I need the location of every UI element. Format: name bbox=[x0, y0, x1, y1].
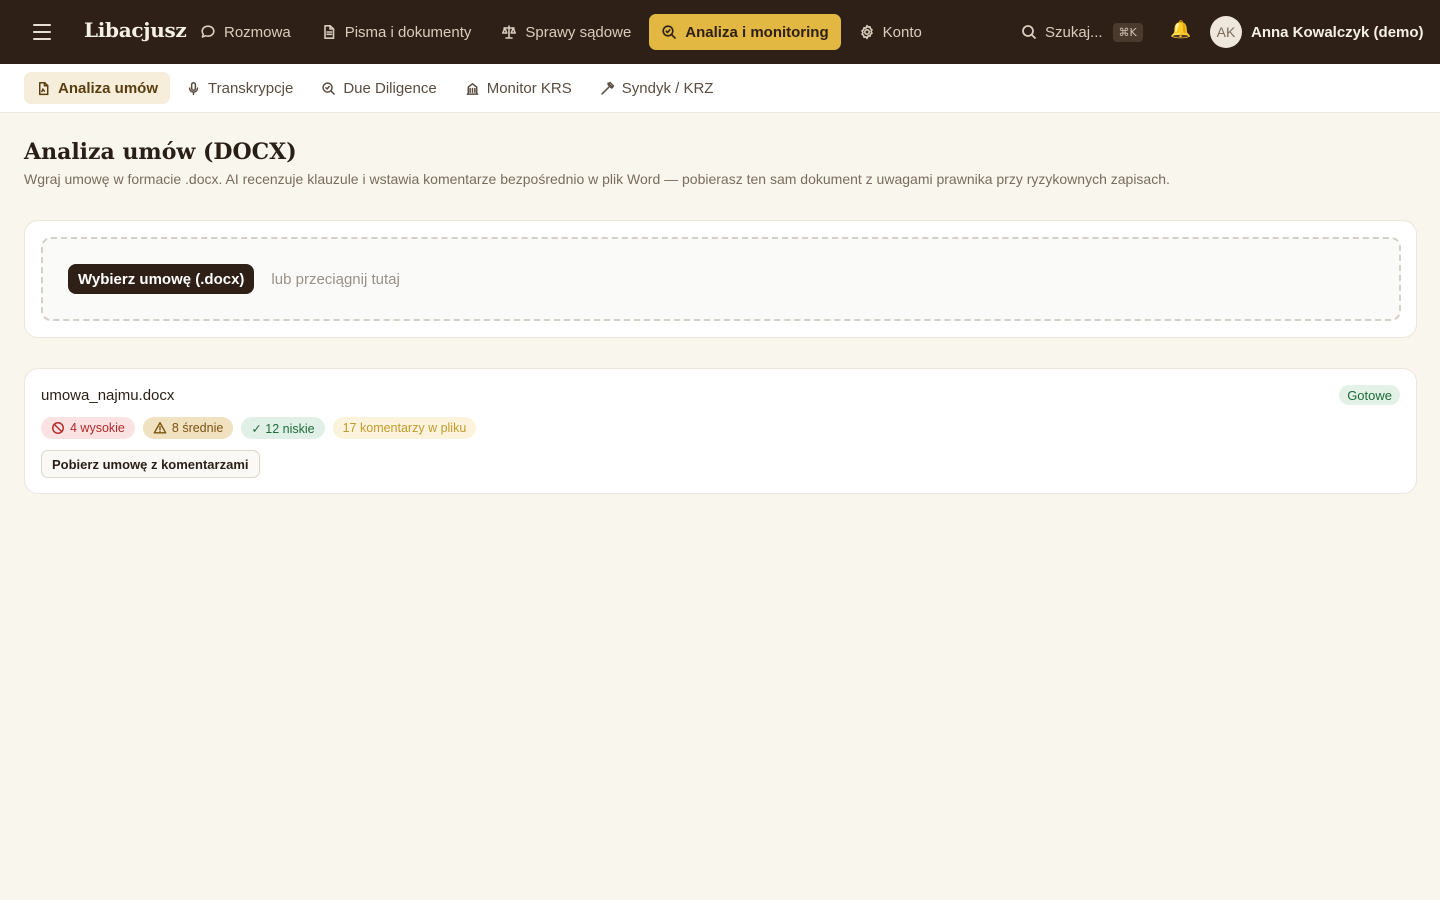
search-icon bbox=[1022, 25, 1036, 39]
tab-analiza-umow[interactable]: Analiza umów bbox=[24, 72, 171, 104]
tab-monitor-krs[interactable]: Monitor KRS bbox=[453, 72, 584, 104]
magnifier-icon bbox=[322, 81, 336, 95]
avatar: AK bbox=[1210, 16, 1242, 48]
tab-label: Analiza umów bbox=[58, 79, 159, 97]
low-risk-chip: ✓ 12 niskie bbox=[241, 417, 325, 439]
global-search-button[interactable]: Szukaj... ⌘K bbox=[1021, 20, 1143, 44]
nav-item-label: Pisma i dokumenty bbox=[344, 23, 472, 41]
tab-label: Due Diligence bbox=[343, 79, 437, 97]
nav-item-konto[interactable]: Konto bbox=[847, 14, 934, 50]
high-risk-label: 4 wysokie bbox=[70, 421, 125, 435]
low-risk-label: ✓ 12 niskie bbox=[251, 421, 315, 436]
tab-due-diligence[interactable]: Due Diligence bbox=[309, 72, 448, 104]
dropzone-hint: lub przeciągnij tutaj bbox=[271, 270, 400, 288]
scales-icon bbox=[502, 25, 517, 39]
nav-item-pisma[interactable]: Pisma i dokumenty bbox=[309, 14, 484, 50]
tab-label: Syndyk / KRZ bbox=[621, 79, 714, 97]
gavel-icon bbox=[601, 81, 614, 95]
tab-transkrypcje[interactable]: Transkrypcje bbox=[174, 72, 305, 104]
choose-contract-button[interactable]: Wybierz umowę (.docx) bbox=[68, 264, 255, 294]
search-shortcut: ⌘K bbox=[1112, 22, 1143, 42]
search-label: Szukaj... bbox=[1045, 23, 1103, 41]
tab-syndyk-krz[interactable]: Syndyk / KRZ bbox=[588, 72, 726, 104]
risk-summary: 4 wysokie 8 średnie ✓ 12 niskie 17 komen… bbox=[41, 417, 477, 439]
upload-card: Wybierz umowę (.docx) lub przeciągnij tu… bbox=[24, 220, 1417, 338]
result-file-name: umowa_najmu.docx bbox=[41, 387, 175, 404]
status-badge: Gotowe bbox=[1339, 385, 1400, 405]
gear-icon bbox=[860, 24, 873, 40]
nav-item-label: Konto bbox=[882, 23, 922, 41]
document-icon bbox=[323, 25, 334, 39]
building-icon bbox=[466, 82, 479, 95]
nav-item-analiza[interactable]: Analiza i monitoring bbox=[649, 14, 841, 50]
file-dropzone[interactable]: Wybierz umowę (.docx) lub przeciągnij tu… bbox=[41, 237, 1401, 321]
app-logo[interactable]: Libacjusz bbox=[84, 18, 187, 42]
page-description: Wgraj umowę w formacie .docx. AI recenzu… bbox=[24, 171, 1170, 187]
chat-bubble-icon bbox=[201, 25, 215, 38]
nav-item-rozmowa[interactable]: Rozmowa bbox=[188, 14, 303, 50]
magnifier-icon bbox=[662, 25, 677, 39]
menu-icon[interactable] bbox=[33, 24, 51, 40]
microphone-icon bbox=[188, 81, 199, 95]
nav-item-label: Sprawy sądowe bbox=[525, 23, 632, 41]
medium-risk-chip: 8 średnie bbox=[142, 417, 234, 439]
nav-item-label: Rozmowa bbox=[224, 23, 291, 41]
download-commented-contract-button[interactable]: Pobierz umowę z komentarzami bbox=[41, 450, 260, 478]
high-risk-chip: 4 wysokie bbox=[41, 417, 135, 439]
tab-label: Monitor KRS bbox=[486, 79, 572, 97]
bell-icon[interactable]: 🔔 bbox=[1170, 20, 1191, 40]
contract-icon bbox=[39, 81, 49, 95]
main-nav: Rozmowa Pisma i dokumenty Sprawy sądowe … bbox=[188, 14, 934, 50]
comments-count-label: 17 komentarzy w pliku bbox=[342, 421, 467, 435]
nav-item-label: Analiza i monitoring bbox=[685, 23, 829, 41]
page-title: Analiza umów (DOCX) bbox=[24, 139, 297, 165]
tab-label: Transkrypcje bbox=[208, 79, 294, 97]
user-menu[interactable]: AK Anna Kowalczyk (demo) bbox=[1210, 16, 1424, 48]
analysis-result-card: umowa_najmu.docx Gotowe 4 wysokie 8 śred… bbox=[24, 368, 1417, 494]
sub-navigation: Analiza umów Transkrypcje Due Diligence … bbox=[0, 64, 1440, 113]
top-navigation-bar: Libacjusz Rozmowa Pisma i dokumenty Spra… bbox=[0, 0, 1440, 64]
prohibited-icon bbox=[52, 422, 64, 434]
comments-count-chip: 17 komentarzy w pliku bbox=[332, 417, 477, 439]
nav-item-sprawy[interactable]: Sprawy sądowe bbox=[489, 14, 643, 50]
medium-risk-label: 8 średnie bbox=[171, 421, 224, 435]
user-name: Anna Kowalczyk (demo) bbox=[1251, 23, 1424, 41]
warning-icon bbox=[153, 422, 167, 434]
